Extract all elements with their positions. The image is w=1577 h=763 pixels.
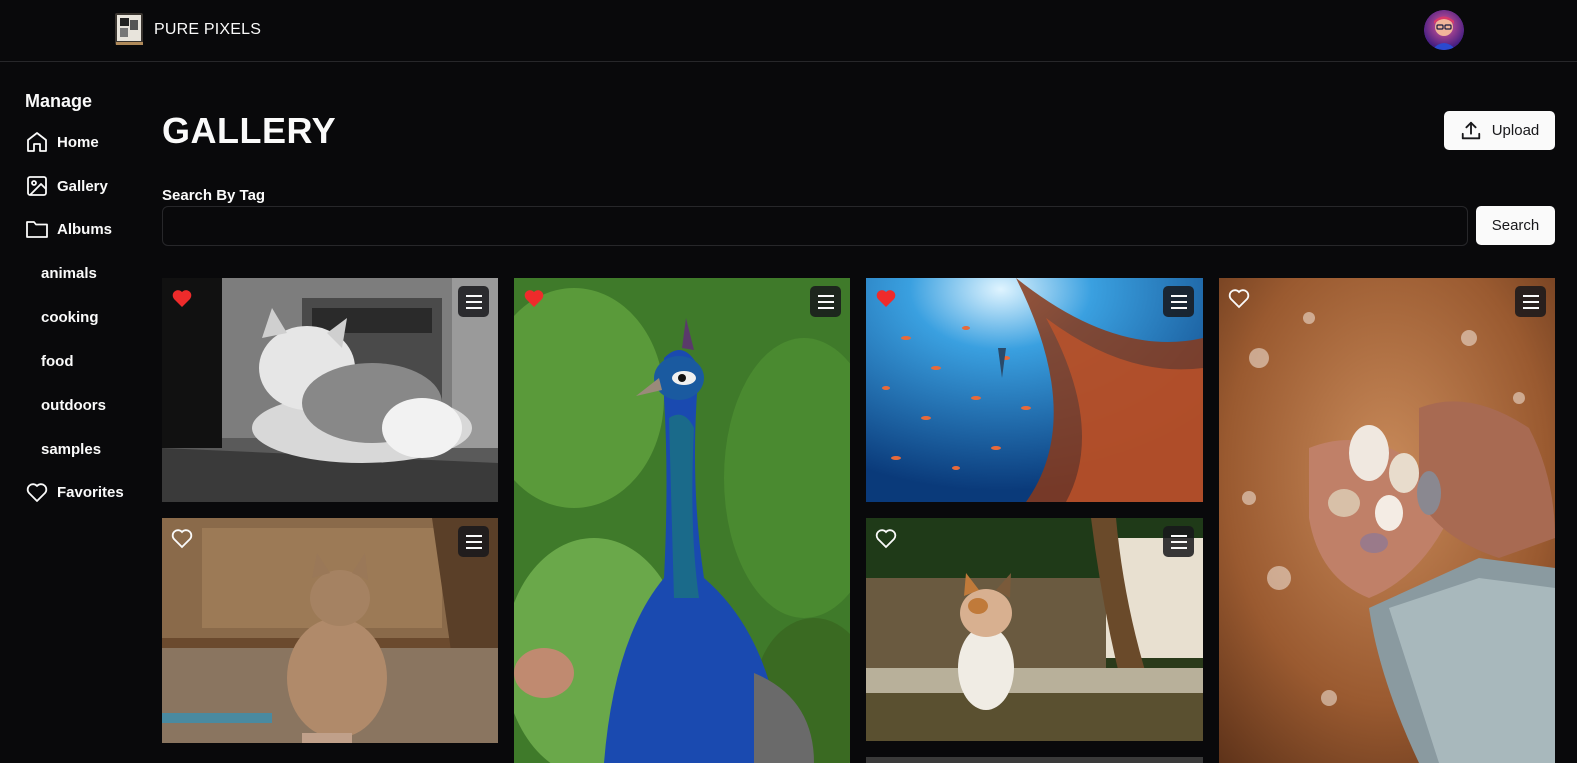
folder-icon: [25, 217, 49, 241]
photo-seashells-hands: [1219, 278, 1555, 763]
favorite-heart-filled-icon[interactable]: [522, 286, 546, 310]
upload-icon: [1461, 121, 1480, 139]
photo-calico-cat: [866, 518, 1203, 741]
gallery-card[interactable]: [514, 278, 850, 763]
hamburger-menu-icon: [465, 534, 482, 549]
hamburger-menu-icon: [817, 294, 834, 309]
sidebar-item-gallery[interactable]: Gallery: [25, 172, 108, 200]
hamburger-menu-icon: [1170, 534, 1187, 549]
pure-pixels-logo[interactable]: [114, 11, 146, 47]
album-samples[interactable]: samples: [41, 437, 101, 461]
sidebar-title: Manage: [25, 91, 93, 111]
sidebar-item-label: Albums: [57, 220, 113, 238]
gallery-card[interactable]: [162, 518, 498, 743]
brand-name: PURE PIXELS: [154, 21, 262, 38]
top-bar: PURE PIXELS: [0, 0, 1577, 62]
search-label: Search By Tag: [162, 187, 266, 204]
hamburger-menu-icon: [1170, 294, 1187, 309]
photo-fluffy-cat: [162, 518, 498, 743]
sidebar-item-favorites[interactable]: Favorites: [25, 478, 124, 506]
sidebar-item-label: Home: [57, 133, 99, 151]
album-cooking[interactable]: cooking: [41, 305, 99, 329]
album-outdoors[interactable]: outdoors: [41, 393, 106, 417]
sidebar: Manage Home Gallery Albums animals cooki…: [0, 63, 150, 763]
hamburger-menu-icon: [1522, 294, 1539, 309]
user-avatar[interactable]: [1424, 10, 1464, 50]
upload-button[interactable]: Upload: [1444, 111, 1555, 150]
photo-fish-school: [866, 278, 1203, 502]
gallery-card-partial[interactable]: [866, 757, 1203, 763]
favorite-heart-outline-icon[interactable]: [874, 526, 898, 550]
gallery-card[interactable]: [866, 278, 1203, 502]
card-menu-button[interactable]: [1163, 286, 1194, 317]
upload-label: Upload: [1491, 122, 1540, 139]
card-menu-button[interactable]: [458, 526, 489, 557]
album-food[interactable]: food: [41, 349, 73, 373]
favorite-heart-outline-icon[interactable]: [1227, 286, 1251, 310]
search-button[interactable]: Search: [1476, 206, 1555, 245]
photo-peacock: [514, 278, 850, 763]
sidebar-item-label: Gallery: [57, 177, 108, 195]
album-animals[interactable]: animals: [41, 261, 97, 285]
hamburger-menu-icon: [465, 294, 482, 309]
photo-gray-cat: [162, 278, 498, 502]
favorite-heart-filled-icon[interactable]: [170, 286, 194, 310]
favorite-heart-filled-icon[interactable]: [874, 286, 898, 310]
sidebar-item-label: Favorites: [57, 483, 124, 501]
card-menu-button[interactable]: [1515, 286, 1546, 317]
gallery-card[interactable]: [162, 278, 498, 502]
gallery-card[interactable]: [1219, 278, 1555, 763]
image-icon: [25, 174, 49, 198]
sidebar-item-home[interactable]: Home: [25, 128, 99, 156]
search-input[interactable]: [162, 206, 1468, 246]
sidebar-item-albums[interactable]: Albums: [25, 215, 112, 243]
home-icon: [25, 130, 49, 154]
card-menu-button[interactable]: [1163, 526, 1194, 557]
card-menu-button[interactable]: [458, 286, 489, 317]
card-menu-button[interactable]: [810, 286, 841, 317]
heart-outline-icon: [25, 480, 49, 504]
page-title: GALLERY: [162, 110, 337, 151]
gallery-card[interactable]: [866, 518, 1203, 741]
favorite-heart-outline-icon[interactable]: [170, 526, 194, 550]
